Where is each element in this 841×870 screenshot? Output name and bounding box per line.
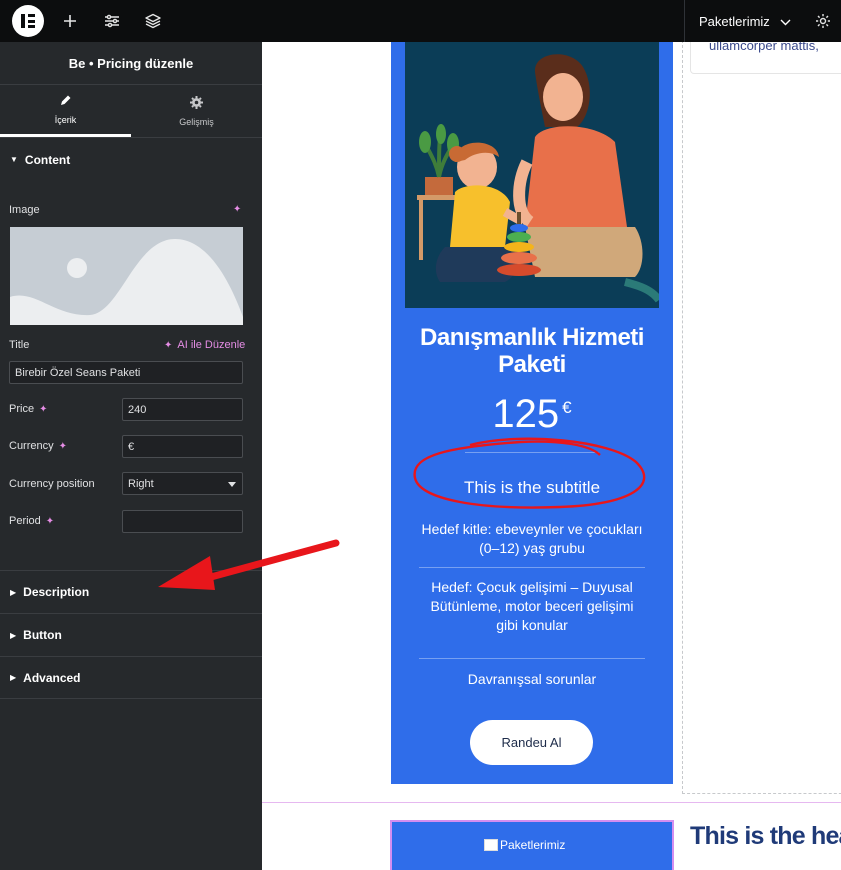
price-currency: €: [562, 398, 572, 417]
panel-title: Be • Pricing düzenle: [0, 42, 262, 85]
currency-label-text: Currency: [9, 440, 54, 452]
pricing-card-2[interactable]: Paketlerimiz: [390, 820, 674, 870]
editor-panel: Be • Pricing düzenle İçerik Gelişmiş ▼ C…: [0, 42, 262, 870]
currency-position-select[interactable]: Right: [122, 472, 243, 495]
broken-image: Paketlerimiz: [484, 838, 565, 852]
layers-icon[interactable]: [141, 9, 165, 33]
ai-sparkle-icon: ✦: [164, 339, 173, 351]
tab-advanced[interactable]: Gelişmiş: [131, 85, 262, 137]
period-label: Period ✦: [9, 515, 54, 527]
gear-icon: [190, 95, 203, 111]
button-section-label: Button: [23, 628, 62, 642]
caret-down-icon: [228, 478, 236, 490]
caret-right-icon: ▶: [10, 630, 17, 640]
caret-right-icon: ▶: [10, 673, 17, 682]
right-top-text: ullamcorper mattis,: [709, 42, 819, 53]
tab-advanced-label: Gelişmiş: [179, 116, 214, 127]
period-input[interactable]: [122, 510, 243, 533]
plus-icon[interactable]: [58, 9, 82, 33]
title-label: Title: [9, 339, 30, 351]
description-section-header[interactable]: ▶ Description: [0, 570, 262, 613]
ai-edit-label: AI ile Düzenle: [177, 339, 246, 351]
tab-content-label: İçerik: [54, 115, 77, 125]
price-label-text: Price: [9, 403, 35, 415]
tab-content[interactable]: İçerik: [0, 85, 131, 137]
divider: [419, 658, 645, 659]
pricing-card[interactable]: Danışmanlık Hizmeti Paketi 125 € This is …: [391, 42, 673, 784]
sliders-icon[interactable]: [100, 9, 124, 33]
card-price: 125 €: [391, 392, 673, 437]
column-outline: [682, 42, 841, 794]
pencil-icon: [59, 94, 72, 109]
ai-sparkle-icon[interactable]: ✦: [39, 404, 47, 415]
divider: [465, 452, 599, 453]
card-subtitle: This is the subtitle: [463, 478, 601, 497]
period-label-text: Period: [9, 515, 41, 527]
ai-sparkle-icon[interactable]: ✦: [46, 516, 54, 527]
page-menu[interactable]: Paketlerimiz: [684, 0, 804, 42]
image-label-text: Image: [9, 204, 40, 216]
button-section-header[interactable]: ▶ Button: [0, 613, 262, 656]
caret-right-icon: ▶: [10, 587, 17, 597]
panel-tabs: İçerik Gelişmiş: [0, 85, 262, 138]
image-placeholder-icon: [10, 227, 243, 325]
preview-canvas: ullamcorper mattis, Danışmanlık Hizmeti …: [262, 42, 841, 870]
elementor-logo-icon[interactable]: [12, 5, 44, 37]
currency-position-value: Right: [128, 477, 154, 490]
ai-edit-button[interactable]: ✦ AI ile Düzenle: [164, 339, 245, 351]
divider: [419, 567, 645, 568]
price-label: Price ✦: [9, 403, 47, 415]
image-picker[interactable]: [10, 227, 243, 325]
right-text-box: ullamcorper mattis,: [690, 42, 841, 74]
currency-position-label: Currency position: [9, 478, 95, 490]
broken-image-alt: Paketlerimiz: [500, 838, 566, 852]
feature-item: Hedef: Çocuk gelişimi – Duyusal Bütünlem…: [430, 579, 634, 633]
price-input[interactable]: 240: [122, 398, 243, 421]
currency-label: Currency ✦: [9, 440, 67, 452]
appointment-button[interactable]: Randeu Al: [470, 720, 593, 765]
top-bar: Paketlerimiz: [0, 0, 841, 42]
advanced-section-header[interactable]: ▶ Advanced: [0, 656, 262, 699]
currency-input[interactable]: €: [122, 435, 243, 458]
description-section-label: Description: [23, 585, 90, 599]
feature-item: Hedef kitle: ebeveynler ve çocukları (0–…: [421, 521, 643, 556]
broken-image-icon: [484, 839, 498, 851]
ai-sparkle-icon[interactable]: ✦: [233, 204, 241, 215]
image-label: Image: [9, 204, 40, 216]
feature-item: Davranışsal sorunlar: [467, 671, 597, 687]
content-section-label: Content: [24, 152, 71, 167]
chevron-down-icon: [780, 14, 791, 29]
title-input[interactable]: Birebir Özel Seans Paketi: [9, 361, 243, 384]
ai-sparkle-icon[interactable]: ✦: [59, 441, 67, 452]
advanced-section-label: Advanced: [23, 670, 81, 685]
settings-icon[interactable]: [811, 9, 835, 33]
section-divider: [262, 802, 841, 803]
content-section-header[interactable]: ▼ Content: [0, 138, 262, 181]
caret-down-icon: ▼: [10, 155, 18, 164]
page-menu-label: Paketlerimiz: [699, 13, 770, 29]
section-heading: This is the hea: [690, 822, 841, 850]
price-amount: 125: [492, 392, 560, 436]
card-title: Danışmanlık Hizmeti Paketi: [420, 324, 644, 378]
card-illustration: [405, 42, 659, 308]
